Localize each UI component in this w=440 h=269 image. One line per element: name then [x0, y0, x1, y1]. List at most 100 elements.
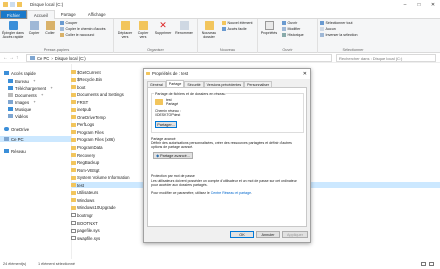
nav-this-pc[interactable]: Ce PC [0, 136, 71, 142]
file-name: Program Files (x86) [77, 137, 115, 143]
copy-path-button[interactable]: Copier le chemin d'accès [60, 27, 106, 31]
nav-music[interactable]: Musique [8, 106, 31, 112]
clipboard-group: Épingler dans Accès rapide Copier Coller… [0, 19, 114, 53]
move-to-button[interactable]: Déplacer vers [117, 21, 133, 39]
file-name: Rsm-VBSgt [77, 167, 100, 173]
tiles-view-icon[interactable] [429, 262, 434, 266]
select-all-button[interactable]: Sélectionner tout [320, 21, 352, 25]
folder-icon [71, 92, 76, 97]
forward-arrow-icon[interactable]: → [9, 55, 14, 61]
new-item-icon [222, 21, 226, 25]
minimize-button[interactable]: – [398, 0, 412, 10]
rename-button[interactable]: Renommer [175, 21, 193, 35]
tab-share[interactable]: Partage [55, 10, 82, 19]
advanced-share-section: Partage avancé Définir des autorisations… [151, 137, 304, 172]
file-name: boot [77, 84, 86, 90]
invert-selection-button[interactable]: Inverser la sélection [320, 33, 357, 37]
apply-button[interactable]: Appliquer [282, 231, 308, 238]
breadcrumb-root[interactable]: Ce PC [37, 56, 49, 61]
nav-quick-access[interactable]: Accès rapide [4, 70, 36, 76]
new-folder-button[interactable]: Nouveau dossier [200, 21, 218, 39]
file-name: pagefile.sys [77, 228, 100, 234]
new-item-button[interactable]: Nouvel élément [222, 21, 252, 25]
share-button[interactable]: Partager... [155, 121, 177, 128]
nav-documents[interactable]: Documents ✦ [8, 92, 44, 98]
status-bar: 24 élément(s) 1 élément sélectionné [0, 259, 440, 269]
nav-network[interactable]: Réseau [4, 148, 26, 154]
file-icon [71, 221, 76, 225]
address-box[interactable]: Ce PC › Disque local (C:) [26, 54, 332, 62]
ribbon-tabs: Fichier Accueil Partage Affichage [0, 10, 440, 19]
paste-shortcut-button[interactable]: Coller le raccourci [60, 33, 94, 37]
search-input[interactable]: Rechercher dans : Disque local (C:) [336, 54, 436, 62]
network-share-section: Partage de fichiers et de dossiers en ré… [151, 91, 304, 133]
paste-button[interactable]: Coller [43, 21, 57, 35]
new-group: Nouveau dossier Nouvel élément Accès fac… [198, 19, 258, 53]
copy-button[interactable]: Copier [27, 21, 41, 35]
select-group: Sélectionner tout Aucun Inverser la séle… [318, 19, 388, 53]
maximize-button[interactable]: □ [412, 0, 426, 10]
pin-quick-access-button[interactable]: Épingler dans Accès rapide [2, 21, 24, 39]
folder-icon [71, 168, 76, 173]
title-bar: Disque local (C:) – □ ✕ [0, 0, 440, 10]
properties-button[interactable]: Propriétés [260, 21, 278, 35]
advanced-share-button[interactable]: ◆ Partage avancé... [153, 152, 193, 159]
history-button[interactable]: Historique [282, 33, 304, 37]
modify-button[interactable]: Modifier [282, 27, 300, 31]
select-all-icon [320, 21, 324, 25]
explorer-window: Disque local (C:) – □ ✕ Fichier Accueil … [0, 0, 440, 269]
easy-access-button[interactable]: Accès facile [222, 27, 247, 31]
new-folder-icon[interactable] [17, 2, 22, 7]
cancel-button[interactable]: Annuler [256, 231, 280, 238]
up-arrow-icon[interactable]: ↑ [16, 55, 19, 61]
properties-dialog: Propriétés de : test ✕ Général Partage S… [143, 68, 311, 243]
tab-view[interactable]: Affichage [82, 10, 112, 19]
folder-icon [71, 145, 76, 150]
folder-icon [71, 198, 76, 203]
breadcrumb-leaf[interactable]: Disque local (C:) [55, 56, 86, 61]
folder-icon [71, 183, 76, 188]
dialog-close-icon[interactable]: ✕ [303, 69, 307, 79]
back-arrow-icon[interactable]: ← [3, 55, 8, 61]
move-icon [120, 21, 130, 30]
details-view-icon[interactable] [421, 262, 426, 266]
nav-downloads[interactable]: Téléchargement ✦ [8, 85, 53, 91]
edit-icon [282, 27, 286, 31]
select-none-icon [320, 27, 324, 31]
pin-icon: ✦ [40, 93, 44, 97]
history-icon [282, 33, 286, 37]
close-button[interactable]: ✕ [426, 0, 440, 10]
tab-home[interactable]: Accueil [26, 10, 55, 19]
tab-file[interactable]: Fichier [0, 10, 27, 19]
desktop-icon [8, 79, 13, 83]
network-path-value: \\DESKTOP\test [155, 113, 181, 117]
file-name: FRST [77, 99, 89, 105]
network-center-link[interactable]: Centre Réseau et partage [211, 191, 251, 195]
properties-icon[interactable] [10, 2, 15, 7]
pin-icon [8, 21, 18, 30]
item-count: 24 élément(s) [3, 262, 27, 266]
nav-images[interactable]: Images ✦ [8, 99, 36, 105]
nav-videos[interactable]: Vidéos [8, 113, 28, 119]
file-name: Windows [77, 197, 95, 203]
open-button[interactable]: Ouvrir [282, 21, 297, 25]
folder-icon [71, 70, 76, 74]
file-name: PerfLogs [77, 122, 95, 128]
copy-to-button[interactable]: Copier vers [135, 21, 151, 39]
select-none-button[interactable]: Aucun [320, 27, 336, 31]
invert-icon [320, 33, 324, 37]
file-name: ProgramData [77, 145, 103, 150]
tab-sharing[interactable]: Partage [165, 80, 185, 87]
folder-icon [71, 107, 76, 112]
delete-x-icon: ✕ [159, 20, 167, 30]
copy-path-icon [60, 27, 64, 31]
file-name: Recovery [77, 152, 96, 158]
ribbon: Épingler dans Accès rapide Copier Coller… [0, 19, 440, 53]
nav-desktop[interactable]: Bureau ✦ [8, 78, 36, 84]
ok-button[interactable]: OK [230, 231, 254, 238]
file-name: Program Files [77, 129, 104, 135]
delete-button[interactable]: ✕ Supprimer [154, 20, 172, 36]
paste-icon [45, 21, 55, 30]
cut-button[interactable]: Couper [60, 21, 77, 25]
nav-onedrive[interactable]: OneDrive [4, 126, 29, 132]
